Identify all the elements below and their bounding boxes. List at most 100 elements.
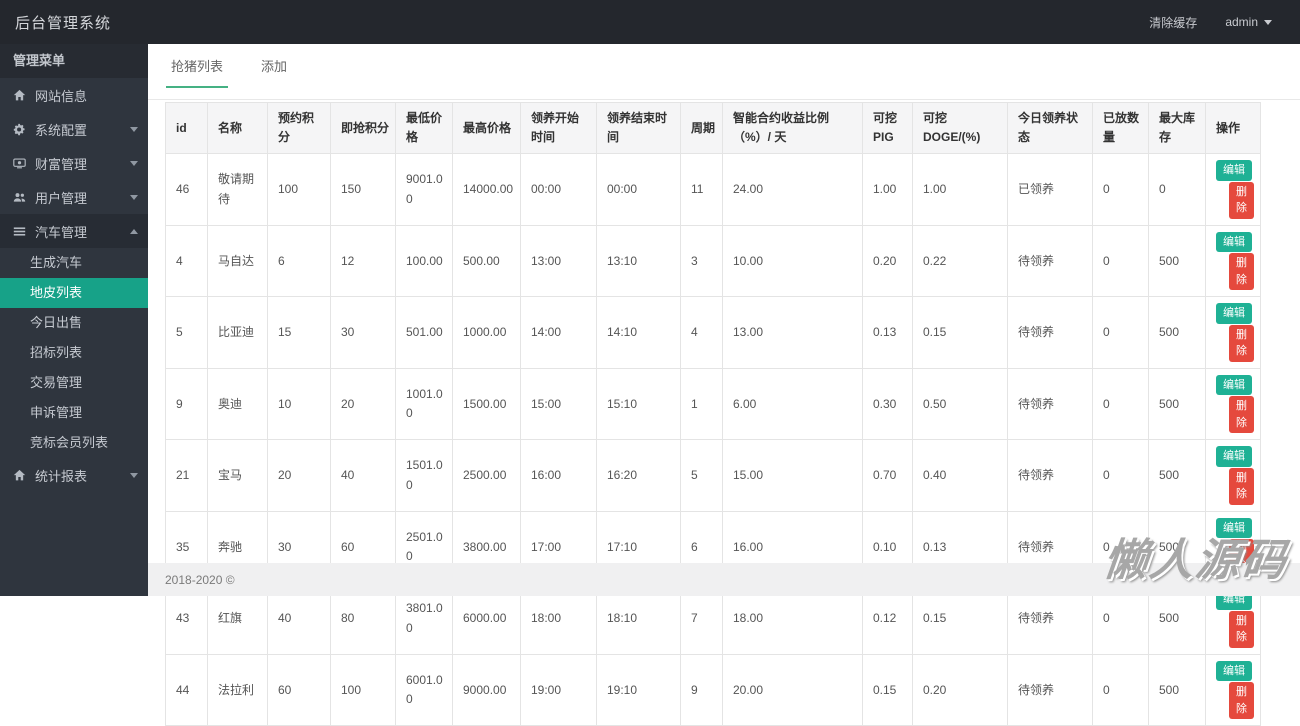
users-icon [13, 191, 30, 204]
cell-min-price: 1001.00 [395, 367, 453, 441]
cell-max-stock: 500 [1148, 224, 1206, 298]
cell-name: 马自达 [207, 224, 268, 298]
tab-add[interactable]: 添加 [256, 44, 292, 88]
table-header-row: id 名称 预约积分 即抢积分 最低价格 最高价格 领养开始时间 领养结束时间 … [165, 101, 1261, 155]
sidebar-subitem-bid-list[interactable]: 招标列表 [0, 338, 148, 368]
delete-button[interactable]: 删除 [1229, 396, 1254, 434]
row-actions: 编辑 删除 [1205, 439, 1261, 512]
edit-button[interactable]: 编辑 [1216, 374, 1252, 396]
cell-max-price: 2500.00 [452, 439, 521, 512]
data-table: id 名称 预约积分 即抢积分 最低价格 最高价格 领养开始时间 领养结束时间 … [165, 101, 1261, 726]
col-header: 可挖PIG [862, 101, 913, 155]
cell-yield-ratio: 6.00 [722, 367, 863, 441]
cell-adopt-start: 16:00 [520, 439, 597, 512]
cell-pig: 0.20 [862, 224, 913, 298]
cell-released-count: 0 [1092, 439, 1149, 512]
chevron-down-icon [130, 160, 138, 166]
cell-adopt-end: 00:00 [596, 153, 681, 226]
sidebar-item-cars[interactable]: 汽车管理 [0, 214, 148, 248]
cell-reserve-points: 6 [267, 224, 331, 298]
cell-yield-ratio: 24.00 [722, 153, 863, 226]
cell-pig: 0.13 [862, 296, 913, 369]
edit-button[interactable]: 编辑 [1216, 660, 1252, 682]
sidebar-subitem-generate-cars[interactable]: 生成汽车 [0, 248, 148, 278]
clear-cache-button[interactable]: 清除缓存 [1149, 14, 1197, 31]
cell-adopt-start: 00:00 [520, 153, 597, 226]
cell-adopt-start: 13:00 [520, 224, 597, 298]
tab-pig-list[interactable]: 抢猪列表 [166, 44, 229, 88]
cell-max-price: 1000.00 [452, 296, 521, 369]
cell-min-price: 6001.00 [395, 653, 453, 726]
cell-adopt-start: 19:00 [520, 653, 597, 726]
cell-id: 4 [165, 224, 208, 298]
cell-grab-points: 30 [330, 296, 396, 369]
cell-yield-ratio: 13.00 [722, 296, 863, 369]
cell-doge: 0.15 [912, 296, 1008, 369]
cell-reserve-points: 100 [267, 153, 331, 226]
app-title: 后台管理系统 [15, 14, 112, 32]
edit-button[interactable]: 编辑 [1216, 303, 1252, 324]
username: admin [1225, 15, 1258, 29]
cell-released-count: 0 [1092, 224, 1149, 298]
copyright-text: 2018-2020 © [165, 572, 235, 587]
sidebar-subitem-bid-members[interactable]: 竞标会员列表 [0, 428, 148, 458]
cell-pig: 0.15 [862, 653, 913, 726]
delete-button[interactable]: 删除 [1229, 253, 1254, 291]
cell-name: 法拉利 [207, 653, 268, 726]
cell-max-stock: 500 [1148, 296, 1206, 369]
table-row: 5 比亚迪 15 30 501.00 1000.00 14:00 14:10 4… [165, 296, 1261, 369]
edit-button[interactable]: 编辑 [1216, 160, 1252, 181]
delete-button[interactable]: 删除 [1229, 324, 1254, 362]
home-icon [13, 469, 30, 482]
edit-button[interactable]: 编辑 [1216, 446, 1252, 467]
footer: 2018-2020 © [148, 563, 1300, 596]
cell-max-price: 14000.00 [452, 153, 521, 226]
sidebar-item-users[interactable]: 用户管理 [0, 180, 148, 214]
cell-max-price: 9000.00 [452, 653, 521, 726]
cell-id: 21 [165, 439, 208, 512]
cell-pig: 0.70 [862, 439, 913, 512]
table-row: 9 奥迪 10 20 1001.00 1500.00 15:00 15:10 1… [165, 367, 1261, 441]
user-menu[interactable]: admin [1225, 15, 1272, 29]
col-header: id [165, 101, 208, 155]
cell-doge: 0.50 [912, 367, 1008, 441]
edit-button[interactable]: 编辑 [1216, 231, 1252, 253]
cell-adopt-end: 14:10 [596, 296, 681, 369]
col-header: 可挖DOGE/(%) [912, 101, 1008, 155]
sidebar: 管理菜单 网站信息 系统配置 财富管理 用户管理 汽车管理 生成汽车 地皮列表 … [0, 44, 148, 596]
edit-button[interactable]: 编辑 [1216, 517, 1252, 539]
chevron-down-icon [130, 472, 138, 478]
col-header: 最高价格 [452, 101, 521, 155]
sidebar-subitem-appeal-mgmt[interactable]: 申诉管理 [0, 398, 148, 428]
sidebar-item-wealth[interactable]: 财富管理 [0, 146, 148, 180]
main-content: 抢猪列表 添加 id 名称 预约积分 即抢积分 最低价格 最高价格 领养开始时间 [148, 44, 1300, 726]
cell-doge: 1.00 [912, 153, 1008, 226]
cell-max-stock: 500 [1148, 439, 1206, 512]
delete-button[interactable]: 删除 [1229, 610, 1254, 648]
cell-adopt-status: 待领养 [1007, 653, 1093, 726]
gears-icon [13, 123, 30, 136]
top-navbar: 后台管理系统 清除缓存 admin [0, 0, 1300, 44]
sidebar-subitem-today-sales[interactable]: 今日出售 [0, 308, 148, 338]
cell-adopt-end: 19:10 [596, 653, 681, 726]
sidebar-item-site-info[interactable]: 网站信息 [0, 78, 148, 112]
col-header: 已放数量 [1092, 101, 1149, 155]
table-body: 46 敬请期待 100 150 9001.00 14000.00 00:00 0… [165, 153, 1261, 726]
cell-doge: 0.40 [912, 439, 1008, 512]
cell-released-count: 0 [1092, 296, 1149, 369]
cell-adopt-status: 待领养 [1007, 439, 1093, 512]
cell-adopt-status: 待领养 [1007, 224, 1093, 298]
sidebar-item-stats-report[interactable]: 统计报表 [0, 458, 148, 492]
sidebar-subitem-land-list[interactable]: 地皮列表 [0, 278, 148, 308]
delete-button[interactable]: 删除 [1229, 181, 1254, 219]
delete-button[interactable]: 删除 [1229, 467, 1254, 505]
cell-id: 44 [165, 653, 208, 726]
cell-name: 宝马 [207, 439, 268, 512]
sidebar-subitem-trade-mgmt[interactable]: 交易管理 [0, 368, 148, 398]
sidebar-item-system-config[interactable]: 系统配置 [0, 112, 148, 146]
cell-cycle: 3 [680, 224, 723, 298]
cell-id: 46 [165, 153, 208, 226]
cell-adopt-end: 15:10 [596, 367, 681, 441]
cell-grab-points: 100 [330, 653, 396, 726]
delete-button[interactable]: 删除 [1229, 682, 1254, 720]
